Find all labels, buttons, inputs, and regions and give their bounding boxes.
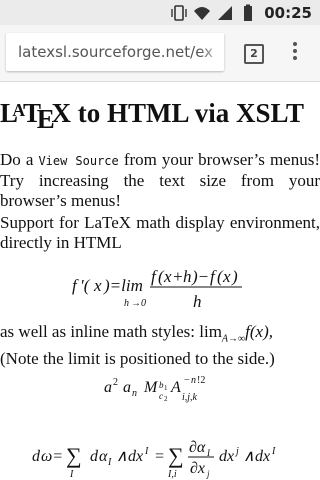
svg-text:∧: ∧ (243, 448, 255, 465)
svg-text:): ) (231, 267, 238, 286)
svg-text:2: 2 (164, 395, 168, 403)
svg-text:h: h (183, 267, 192, 286)
note-text: (Note the limit is positioned to the sid… (0, 349, 275, 369)
svg-text:x: x (93, 276, 102, 295)
svg-text:I: I (69, 469, 74, 480)
svg-text:∧: ∧ (116, 448, 128, 465)
title-text: to HTML via XSLT (70, 98, 305, 128)
page-title: LATEX to HTML via XSLT (0, 98, 305, 134)
svg-text:j: j (206, 469, 210, 479)
inline-limit: limA→∞f(x), (199, 322, 274, 345)
support-paragraph: Support for LaTeX math display environme… (0, 213, 320, 252)
svg-text:h: h (124, 298, 129, 309)
status-bar: 00:25 (0, 0, 320, 25)
svg-text:∑: ∑ (66, 443, 82, 468)
svg-text:−: − (184, 375, 190, 386)
svg-text:dx: dx (219, 448, 234, 465)
svg-text:d: d (90, 448, 99, 465)
svg-text:ω=: ω= (41, 448, 63, 465)
svg-text:∂α: ∂α (189, 439, 206, 456)
wifi-icon (193, 4, 211, 22)
logo-a: A (12, 99, 26, 120)
battery-icon (239, 4, 257, 22)
svg-text:2: 2 (113, 377, 118, 388)
url-field[interactable]: latexsl.sourceforge.net/ex (6, 33, 224, 71)
svg-text:dx: dx (128, 448, 143, 465)
svg-text:A: A (170, 379, 181, 396)
svg-text:=: = (154, 448, 165, 465)
inline-lim-sub: A→∞ (221, 333, 246, 345)
status-icons: 00:25 (170, 3, 312, 22)
status-time: 00:25 (264, 3, 312, 22)
intro-paragraph: Do a View Source from your browser’s men… (0, 150, 320, 211)
svg-text:a: a (104, 379, 112, 396)
svg-text:c: c (159, 391, 163, 401)
signal-icon (216, 4, 234, 22)
p3-text: as well as inline math styles: (0, 322, 200, 341)
svg-text:I: I (107, 457, 112, 468)
derivative-formula: f ′( x )=lim h →0 f ( x + h )− f ( x ) h (72, 267, 242, 311)
svg-text:+: + (172, 267, 183, 286)
svg-text:!2: !2 (197, 375, 205, 386)
svg-text:i,j,k: i,j,k (182, 392, 198, 403)
svg-text:→0: →0 (131, 298, 146, 309)
view-source-code: View Source (38, 154, 119, 168)
svg-text:α: α (99, 448, 108, 465)
svg-text:j: j (234, 446, 239, 457)
svg-text:f: f (151, 267, 158, 286)
svg-text:x: x (163, 267, 172, 286)
math-derivative: f ′( x )=lim h →0 f ( x + h )− f ( x ) h (72, 264, 262, 319)
svg-text:M: M (143, 379, 159, 396)
svg-text:)=lim: )=lim (103, 276, 143, 295)
svg-text:I: I (144, 446, 149, 457)
url-fade (200, 33, 224, 71)
inline-math-paragraph: as well as inline math styles: limA→∞f(x… (0, 322, 320, 369)
svg-text:x: x (222, 267, 231, 286)
tab-switcher-button[interactable]: 2 (244, 44, 264, 64)
url-text: latexsl.sourceforge.net/ex (18, 43, 214, 61)
svg-text:∂x: ∂x (190, 460, 205, 477)
vibrate-icon (170, 4, 188, 22)
inline-lim: lim (199, 322, 222, 341)
browser-toolbar: latexsl.sourceforge.net/ex 2 (0, 25, 320, 82)
p1-do-a: Do a (0, 150, 39, 169)
svg-text:f: f (210, 267, 217, 286)
svg-text:′(: ′( (80, 276, 91, 295)
svg-text:I: I (271, 446, 276, 457)
logo-e: E (36, 103, 55, 134)
svg-text:n: n (191, 375, 196, 386)
math-differential: d ω= ∑ I dαI ∧ dx I = ∑ I,i ∂α I ∂x j dx j ∧ dx I (32, 437, 302, 480)
svg-text:1: 1 (164, 384, 168, 392)
svg-text:dx: dx (255, 448, 270, 465)
svg-text:d: d (32, 448, 41, 465)
latex-logo: LATEX (0, 98, 71, 134)
page-content: LATEX to HTML via XSLT Do a View Source … (0, 82, 320, 480)
svg-text:n: n (132, 388, 137, 399)
overflow-menu-icon[interactable] (288, 42, 302, 64)
tensor-formula: a2 an Mb1 c2 A − n !2 i,j,k (104, 375, 205, 403)
svg-text:∑: ∑ (168, 443, 184, 468)
svg-text:h: h (193, 292, 202, 311)
inline-f: f(x), (245, 322, 274, 341)
svg-text:a: a (123, 379, 131, 396)
math-tensor: a2 an Mb1 c2 A − n !2 i,j,k (104, 372, 234, 411)
svg-text:)−: )− (191, 267, 209, 286)
svg-text:I,i: I,i (167, 469, 177, 480)
svg-text:f: f (72, 276, 79, 295)
differential-formula: d ω= ∑I dαI ∧ dx I = ∑I,i ∂α I ∂x j dx j ∧ dx I (32, 439, 276, 480)
